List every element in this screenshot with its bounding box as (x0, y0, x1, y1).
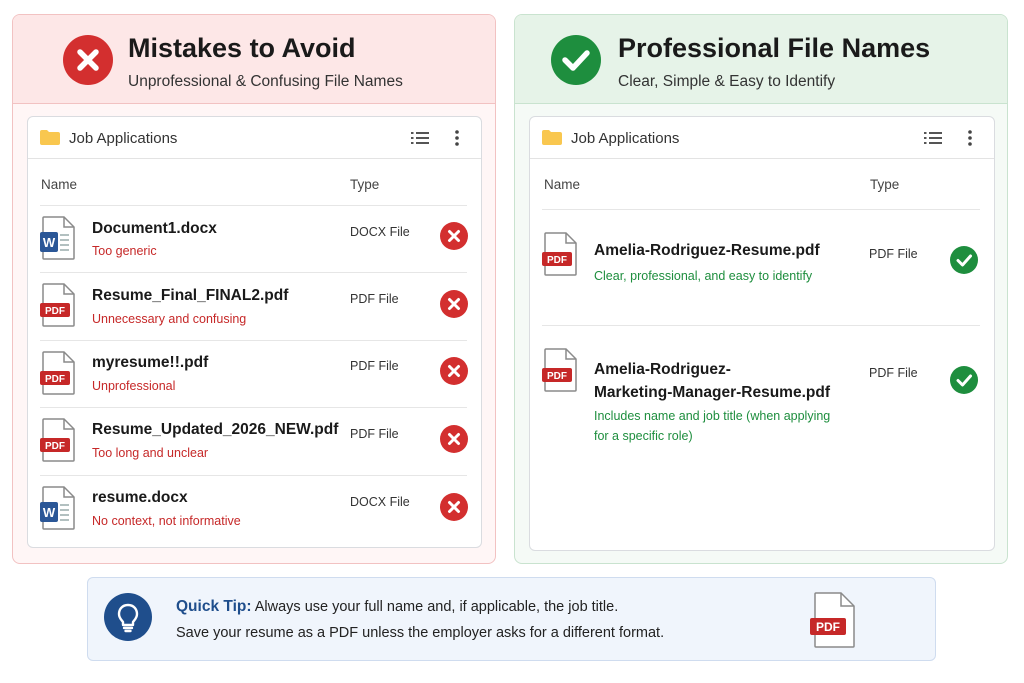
file-type: PDF File (869, 366, 918, 380)
lightbulb-icon (104, 593, 152, 641)
word-file-icon: W (40, 486, 75, 530)
list-view-icon[interactable] (411, 130, 429, 146)
file-name: Amelia-Rodriguez-Resume.pdf (594, 242, 820, 259)
file-type: PDF File (350, 292, 399, 306)
folder-icon (40, 130, 60, 145)
pdf-file-icon: PDF (40, 351, 75, 395)
svg-text:PDF: PDF (547, 255, 567, 266)
list-view-icon[interactable] (924, 130, 942, 146)
svg-text:W: W (43, 235, 56, 250)
x-circle-icon (440, 493, 468, 521)
file-type: PDF File (350, 427, 399, 441)
tip-text-line-1: Quick Tip: Always use your full name and… (176, 598, 618, 616)
check-circle-icon (551, 35, 601, 85)
svg-text:PDF: PDF (547, 371, 567, 382)
file-row[interactable]: PDF Resume_Updated_2026_NEW.pdf Too long… (40, 407, 468, 475)
x-circle-icon (63, 35, 113, 85)
file-benefit: Includes name and job title (when applyi… (594, 409, 831, 423)
file-name: myresume!!.pdf (92, 354, 209, 371)
tip-body: Always use your full name and, if applic… (251, 599, 619, 615)
file-explorer-good: Job Applications Name Type PDF Amelia-Ro… (529, 116, 995, 551)
file-row[interactable]: PDF myresume!!.pdf Unprofessional PDF Fi… (40, 340, 468, 407)
svg-text:PDF: PDF (45, 306, 65, 317)
file-issue: Unnecessary and confusing (92, 312, 247, 326)
file-type: PDF File (869, 247, 918, 261)
file-name: Resume_Final_FINAL2.pdf (92, 287, 289, 304)
file-issue: Unprofessional (92, 379, 176, 393)
column-header-name[interactable]: Name (41, 177, 77, 192)
svg-text:W: W (43, 505, 56, 520)
pdf-file-icon: PDF (542, 232, 577, 276)
file-row[interactable]: PDF Amelia-Rodriguez-Resume.pdf Clear, p… (542, 209, 980, 325)
x-circle-icon (440, 357, 468, 385)
file-type: PDF File (350, 359, 399, 373)
pdf-file-icon: PDF (40, 418, 75, 462)
file-benefit-continued: for a specific role) (594, 429, 693, 443)
check-circle-icon (950, 246, 978, 274)
more-options-icon[interactable] (451, 129, 463, 147)
column-header-name[interactable]: Name (544, 177, 580, 192)
professional-panel-header: Professional File Names Clear, Simple & … (515, 15, 1007, 104)
x-circle-icon (440, 290, 468, 318)
pdf-file-icon: PDF (810, 592, 855, 648)
quick-tip-box: Quick Tip: Always use your full name and… (87, 577, 936, 661)
mistakes-panel-header: Mistakes to Avoid Unprofessional & Confu… (13, 15, 495, 104)
x-circle-icon (440, 222, 468, 250)
pdf-file-icon: PDF (542, 348, 577, 392)
mistakes-title: Mistakes to Avoid (128, 33, 356, 63)
file-row[interactable]: W resume.docx No context, not informativ… (40, 475, 468, 545)
file-explorer-bad: Job Applications Name Type W Document1.d… (27, 116, 482, 548)
file-benefit: Clear, professional, and easy to identif… (594, 269, 813, 283)
file-type: DOCX File (350, 495, 410, 509)
svg-text:PDF: PDF (816, 620, 840, 634)
check-circle-icon (950, 366, 978, 394)
file-row[interactable]: PDF Resume_Final_FINAL2.pdf Unnecessary … (40, 272, 468, 340)
file-name-continued: Marketing-Manager-Resume.pdf (594, 384, 830, 401)
more-options-icon[interactable] (964, 129, 976, 147)
word-file-icon: W (40, 216, 75, 260)
file-issue: No context, not informative (92, 514, 241, 528)
file-row[interactable]: PDF Amelia-Rodriguez- Marketing-Manager-… (542, 325, 980, 545)
folder-title: Job Applications (571, 130, 680, 147)
file-name: Document1.docx (92, 220, 217, 237)
file-name: Resume_Updated_2026_NEW.pdf (92, 421, 339, 438)
tip-text-line-2: Save your resume as a PDF unless the emp… (176, 625, 665, 641)
svg-text:PDF: PDF (45, 441, 65, 452)
professional-subtitle: Clear, Simple & Easy to Identify (618, 73, 836, 90)
file-name: Amelia-Rodriguez- (594, 361, 731, 378)
folder-icon (542, 130, 562, 145)
professional-title: Professional File Names (618, 33, 931, 63)
file-issue: Too long and unclear (92, 446, 209, 460)
explorer-header: Job Applications (530, 117, 994, 159)
folder-title: Job Applications (69, 130, 178, 147)
file-name: resume.docx (92, 489, 188, 506)
svg-text:PDF: PDF (45, 374, 65, 385)
tip-label: Quick Tip: (176, 598, 252, 615)
x-circle-icon (440, 425, 468, 453)
mistakes-subtitle: Unprofessional & Confusing File Names (128, 73, 403, 90)
mistakes-panel: Mistakes to Avoid Unprofessional & Confu… (12, 14, 496, 564)
pdf-file-icon: PDF (40, 283, 75, 327)
explorer-header: Job Applications (28, 117, 481, 159)
file-type: DOCX File (350, 225, 410, 239)
column-header-type[interactable]: Type (350, 177, 379, 192)
file-row[interactable]: W Document1.docx Too generic DOCX File (40, 205, 468, 272)
professional-panel: Professional File Names Clear, Simple & … (514, 14, 1008, 564)
file-issue: Too generic (92, 244, 157, 258)
column-header-type[interactable]: Type (870, 177, 899, 192)
